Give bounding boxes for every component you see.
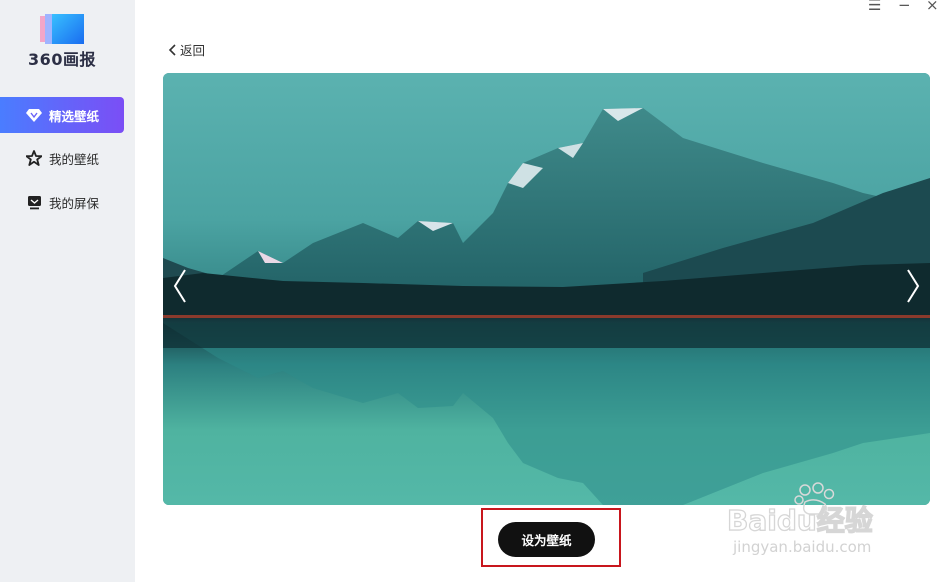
next-image-arrow-icon[interactable]: [905, 268, 921, 304]
star-icon: [25, 149, 43, 167]
back-label: 返回: [180, 43, 206, 58]
logo-text: 360画报: [28, 50, 96, 69]
chevron-left-icon: [168, 43, 176, 56]
sidebar-item-my-screensaver[interactable]: 我的屏保: [0, 184, 124, 220]
highlight-box: [481, 508, 621, 567]
sidebar-item-featured-wallpapers[interactable]: 精选壁纸: [0, 97, 124, 133]
sidebar-item-label: 精选壁纸: [49, 108, 100, 124]
sidebar: 360画报 精选壁纸 我的壁纸 我的屏保: [0, 0, 135, 582]
minimize-button[interactable]: −: [898, 0, 911, 14]
back-button[interactable]: 返回: [168, 40, 205, 59]
svg-text:Baidu经验: Baidu经验: [727, 504, 873, 537]
svg-text:jingyan.baidu.com: jingyan.baidu.com: [732, 538, 871, 556]
close-button[interactable]: ×: [926, 0, 939, 14]
baidu-jingyan-watermark-icon: Baidu经验 jingyan.baidu.com: [726, 482, 873, 556]
wallpaper-preview-image: [163, 73, 930, 505]
monitor-icon: [25, 193, 43, 211]
logo-icon: [40, 14, 84, 44]
sidebar-item-label: 我的壁纸: [49, 151, 100, 167]
previous-image-arrow-icon[interactable]: [172, 268, 188, 304]
sidebar-item-my-wallpapers[interactable]: 我的壁纸: [0, 140, 124, 176]
diamond-icon: [25, 106, 43, 124]
sidebar-item-label: 我的屏保: [49, 195, 100, 211]
menu-icon[interactable]: ☰: [868, 0, 881, 14]
